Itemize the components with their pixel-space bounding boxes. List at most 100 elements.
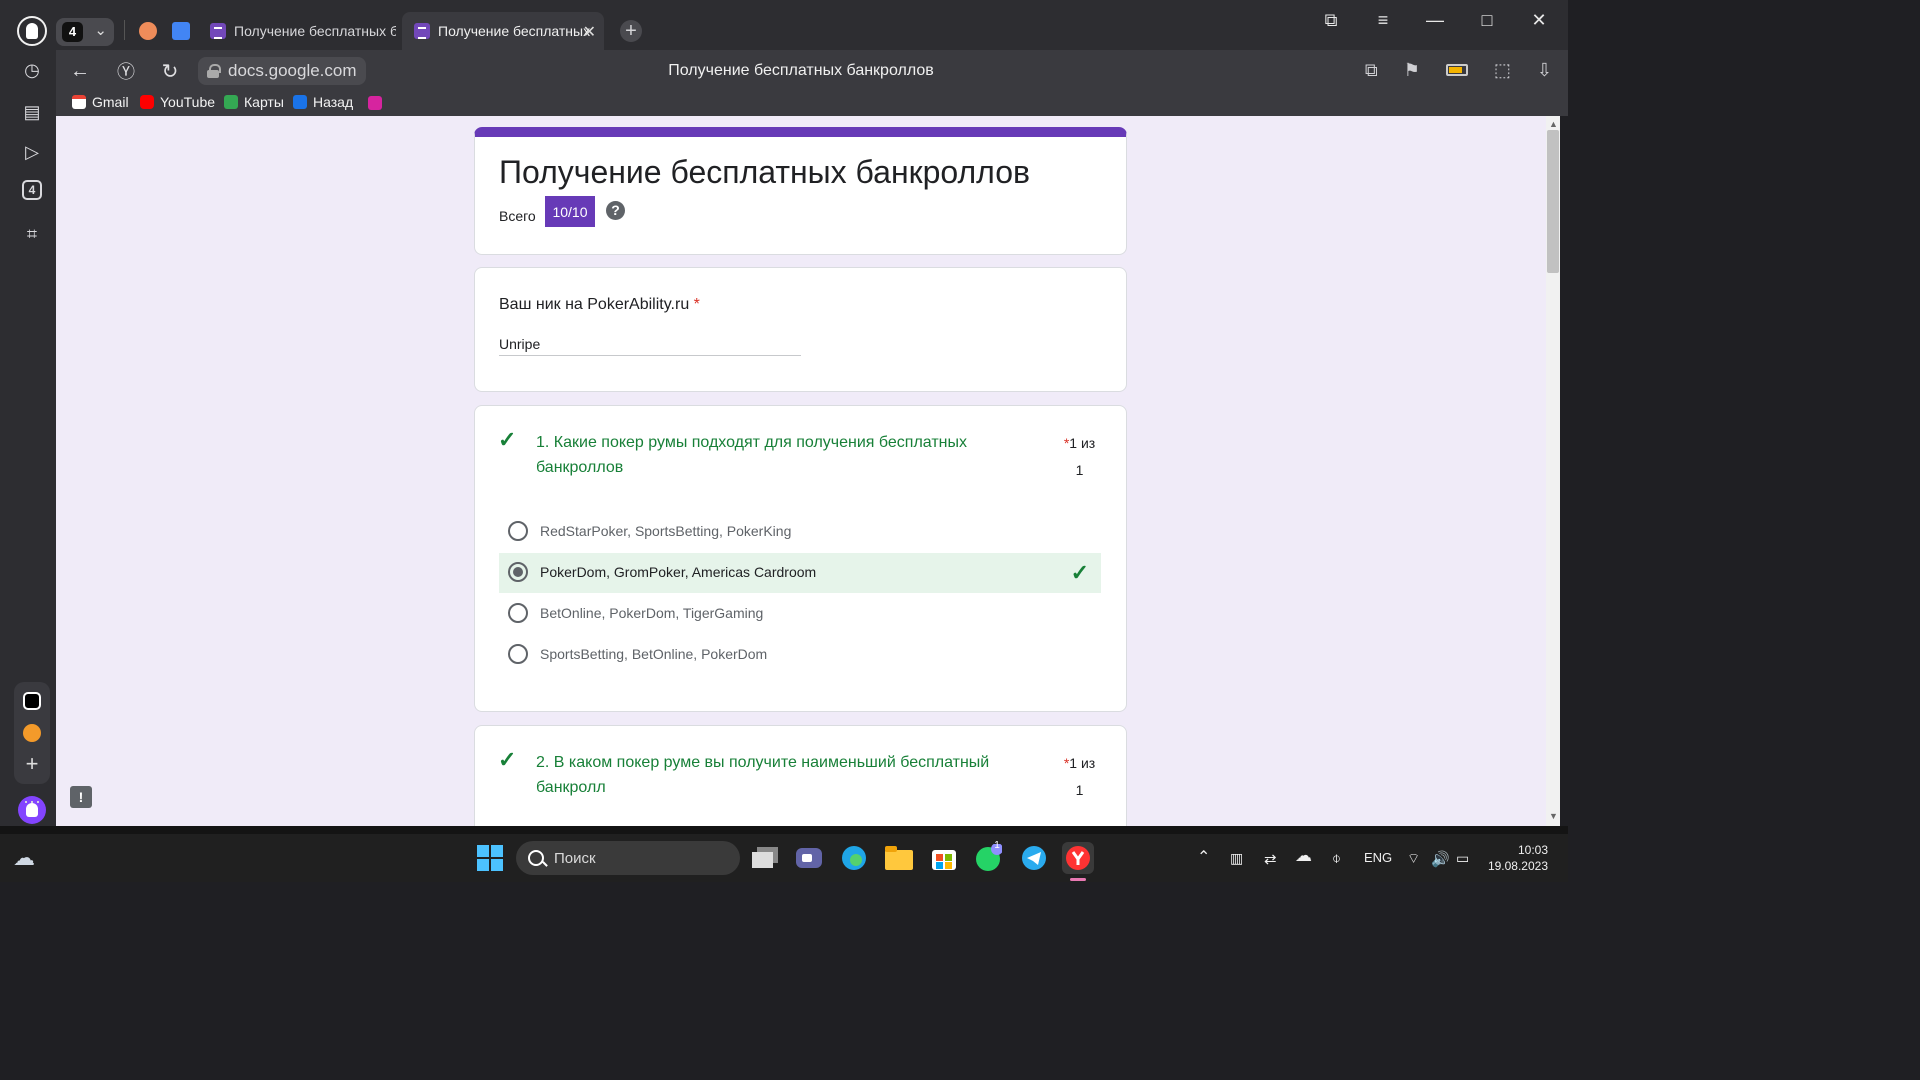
microphone-icon[interactable]: ⌽ (1332, 850, 1341, 867)
taskbar-search[interactable]: Поиск (516, 841, 740, 875)
collections-icon[interactable]: ⧉ (1320, 10, 1342, 31)
question-points: *1 из 1 (1057, 430, 1102, 484)
tab-divider (124, 20, 125, 40)
answer-option-selected-correct: PokerDom, GromPoker, Americas Cardroom ✓ (499, 553, 1101, 593)
bookmark-gmail[interactable]: Gmail (72, 94, 129, 110)
bookmarks-bar: Gmail YouTube Карты Назад (56, 92, 1568, 116)
battery-icon[interactable]: ▭ (1456, 850, 1469, 867)
telegram-icon[interactable] (1018, 842, 1050, 874)
sidebar-toggle-icon[interactable]: ⧉ (1365, 60, 1378, 81)
menu-icon[interactable]: ≡ (1372, 10, 1394, 31)
answer-option: BetOnline, PokerDom, TigerGaming (499, 594, 1101, 634)
tabs-badge[interactable]: 4 (22, 180, 42, 200)
form-header-card: Получение бесплатных банкроллов Всего 10… (474, 127, 1127, 255)
yandex-browser-icon[interactable] (1062, 842, 1094, 874)
answer-option: SportsBetting, BetOnline, PokerDom (499, 635, 1101, 675)
question-text: 1. Какие покер румы подходят для получен… (536, 434, 967, 476)
whatsapp-icon[interactable]: 1 (972, 840, 1004, 874)
onedrive-icon[interactable]: ☁ (1295, 846, 1312, 866)
page-title: Получение бесплатных банкроллов (668, 62, 934, 79)
close-icon[interactable]: ✕ (583, 22, 596, 42)
more-icon[interactable]: ⋯ (18, 788, 46, 816)
nick-question-text: Ваш ник на PokerAbility.ru (499, 296, 690, 313)
battery-saver-icon[interactable] (1445, 64, 1468, 76)
score-badge: 10/10 (545, 196, 595, 227)
points-bottom: 1 (1075, 782, 1084, 798)
active-app-indicator (1070, 878, 1086, 881)
search-icon (528, 850, 544, 866)
scrollbar-thumb[interactable] (1547, 130, 1559, 273)
minimize-button[interactable]: — (1424, 10, 1446, 31)
edge-icon[interactable] (838, 842, 870, 874)
language-indicator[interactable]: ENG (1364, 850, 1392, 865)
history-icon[interactable]: ◷ (18, 56, 46, 84)
tabs-count: 4 (62, 22, 83, 42)
bookmark-icon[interactable]: ⚑ (1404, 60, 1420, 81)
extensions-icon[interactable]: ⬚ (1494, 60, 1511, 81)
tab-google-form-active[interactable]: Получение бесплатных ✕ (402, 12, 604, 50)
screenshot-icon[interactable]: ⌗ (18, 220, 46, 248)
screen: 4 ⌄ Получение бесплатных ба Получение бе… (0, 0, 1568, 882)
windows-start-icon[interactable] (474, 842, 506, 874)
document-icon[interactable] (172, 22, 190, 40)
chevron-down-icon: ⌄ (94, 22, 107, 39)
points-top: 1 из (1069, 435, 1096, 451)
option-label: PokerDom, GromPoker, Americas Cardroom (540, 564, 817, 580)
tabs-count-button[interactable]: 4 ⌄ (56, 18, 114, 46)
date: 19.08.2023 (1487, 859, 1548, 873)
microsoft-store-icon[interactable] (928, 842, 960, 874)
download-icon[interactable]: ⇩ (1537, 60, 1552, 81)
browser-sidebar: ◷ ▤ ▷ 4 ⌗ + ⋯ (0, 50, 56, 826)
scroll-down-icon[interactable]: ▼ (1549, 811, 1558, 821)
option-label: SportsBetting, BetOnline, PokerDom (540, 646, 768, 662)
profile-avatar[interactable] (17, 16, 47, 46)
video-icon[interactable]: ▷ (18, 138, 46, 166)
file-explorer-icon[interactable] (883, 842, 915, 874)
youtube-icon (140, 95, 154, 109)
new-tab-button[interactable]: + (620, 20, 642, 42)
instagram-icon[interactable] (368, 96, 382, 110)
correct-check-icon: ✓ (1070, 560, 1089, 585)
browser-toolbar: ← Ⓨ ↻ docs.google.com Получение бесплатн… (56, 50, 1568, 92)
app-icon-black[interactable] (23, 692, 41, 710)
add-app-icon[interactable]: + (23, 751, 41, 776)
bookmark-label: Gmail (92, 94, 129, 110)
option-label: RedStarPoker, SportsBetting, PokerKing (540, 523, 792, 539)
question-points: *1 из 1 (1057, 750, 1102, 804)
form-title: Получение бесплатных банкроллов (499, 154, 1030, 190)
settings-toggle-icon[interactable]: ⇄ (1264, 850, 1277, 868)
google-forms-icon (210, 23, 226, 39)
collections-icon[interactable]: ▤ (18, 98, 46, 126)
toolbar-right-tools: ⧉ ⚑ ⬚ ⇩ (1365, 60, 1552, 81)
show-hidden-icons[interactable]: ⌃ (1197, 847, 1210, 867)
points-top: 1 из (1069, 755, 1096, 771)
wifi-icon[interactable]: ⌔ (1407, 850, 1420, 868)
clock[interactable]: 10:03 19.08.2023 (1488, 842, 1548, 874)
whatsapp-badge: 1 (994, 840, 1000, 851)
task-view-icon[interactable] (749, 842, 781, 874)
volume-icon[interactable]: 🔊 (1431, 850, 1450, 868)
bookmark-maps[interactable]: Карты (224, 94, 284, 110)
option-label: BetOnline, PokerDom, TigerGaming (540, 605, 764, 621)
brain-icon[interactable] (139, 22, 157, 40)
help-icon[interactable]: ? (606, 201, 625, 220)
audio-meter-icon[interactable]: ▥ (1230, 850, 1243, 867)
weather-icon[interactable]: ☁ (8, 842, 40, 874)
tab-title: Получение бесплатных ба (234, 23, 396, 39)
correct-check-icon: ✓ (498, 427, 517, 452)
desktop-strip (0, 826, 1568, 834)
bookmark-youtube[interactable]: YouTube (140, 94, 215, 110)
app-icon-orange[interactable] (23, 724, 41, 742)
tab-google-form-inactive[interactable]: Получение бесплатных ба (198, 12, 396, 50)
points-bottom: 1 (1075, 462, 1084, 478)
radio-button (508, 603, 528, 623)
close-window-button[interactable]: ✕ (1528, 10, 1550, 31)
google-form-page: Получение бесплатных банкроллов Всего 10… (56, 116, 1546, 826)
bookmark-back[interactable]: Назад (293, 94, 353, 110)
windows-taskbar: ☁ Поиск 1 ⌃ ▥ ⇄ ☁ ⌽ ENG ⌔ 🔊 ▭ 10:03 19.0… (0, 834, 1568, 882)
browser-titlebar: 4 ⌄ Получение бесплатных ба Получение бе… (0, 0, 1568, 50)
maximize-button[interactable]: □ (1476, 10, 1498, 31)
scroll-up-icon[interactable]: ▲ (1549, 119, 1558, 129)
feedback-icon[interactable]: ! (70, 786, 92, 808)
teams-icon[interactable] (793, 842, 825, 874)
